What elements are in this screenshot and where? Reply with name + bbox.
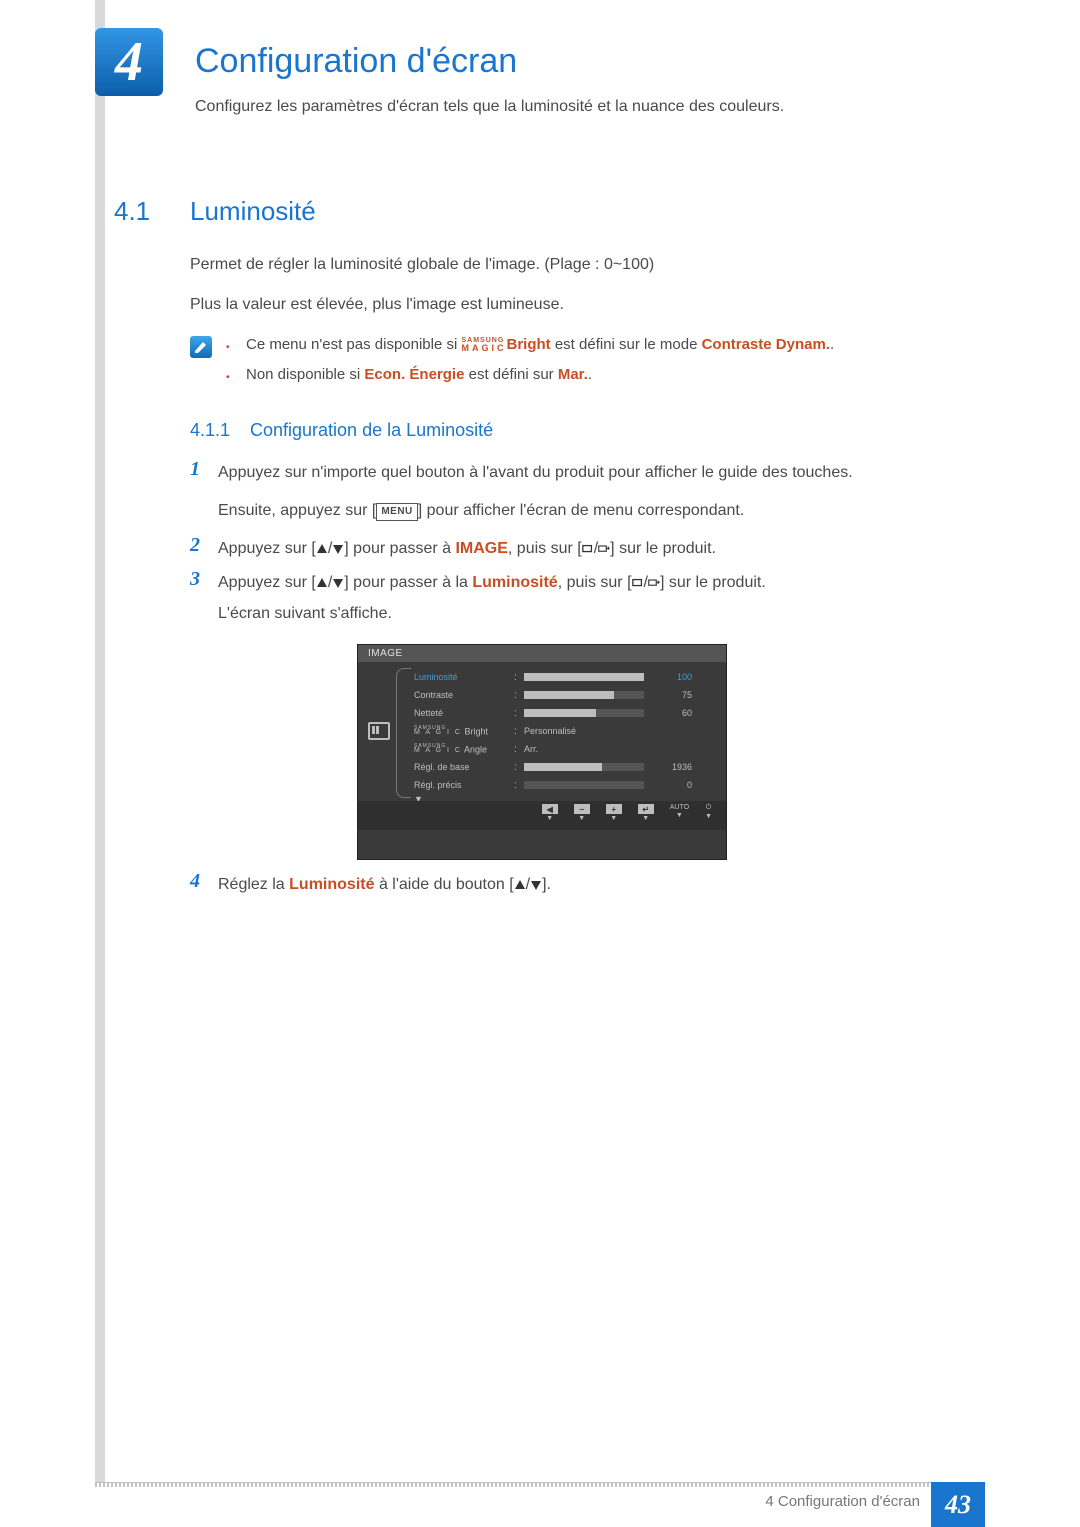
step-3-number: 3 (190, 568, 200, 591)
subsection-title: Configuration de la Luminosité (250, 420, 493, 441)
note-2: Non disponible si Econ. Énergie est défi… (246, 366, 592, 383)
osd-row-regl-base: Régl. de base : 1936 (414, 758, 714, 776)
osd-btn-power: ⏻▼ (705, 804, 712, 820)
note-1-pre: Ce menu n'est pas disponible si (246, 336, 462, 353)
side-accent-bar (95, 0, 105, 1482)
note-icon (190, 336, 212, 358)
note-1-highlight: Contraste Dynam. (702, 336, 830, 353)
osd-category-icon (368, 722, 390, 740)
source-enter-icon: / (582, 538, 610, 560)
footer-text: 4 Configuration d'écran (765, 1493, 920, 1510)
step-1-number: 1 (190, 458, 200, 481)
chapter-intro: Configurez les paramètres d'écran tels q… (195, 98, 784, 116)
osd-row-luminosite: Luminosité : 100 (414, 668, 714, 686)
bullet-icon: • (226, 372, 230, 383)
osd-btn-plus: +▼ (606, 804, 622, 822)
chapter-number: 4 (115, 30, 143, 94)
bullet-icon: • (226, 342, 230, 353)
footer-divider (95, 1482, 985, 1487)
section-number: 4.1 (114, 196, 150, 227)
subsection-number: 4.1.1 (190, 420, 230, 441)
samsung-magic-brand: SAMSUNG MAGIC (462, 337, 507, 353)
osd-screenshot: IMAGE Luminosité : 100 Contraste : 75 Ne… (357, 644, 727, 860)
section-para-2: Plus la valeur est élevée, plus l'image … (190, 294, 564, 316)
chapter-badge: 4 (95, 28, 163, 96)
page-number: 43 (945, 1490, 971, 1520)
menu-button-label: MENU (376, 503, 417, 521)
osd-brace (396, 668, 411, 798)
footer-page-badge: 43 (931, 1482, 985, 1527)
osd-btn-minus: −▼ (574, 804, 590, 822)
step-3-body: Appuyez sur [ / ] pour passer à la Lumin… (218, 572, 938, 625)
section-para-1: Permet de régler la luminosité globale d… (190, 254, 654, 276)
osd-btn-auto: AUTO▼ (670, 804, 689, 819)
source-enter-icon: / (632, 572, 660, 594)
step-2-number: 2 (190, 534, 200, 557)
osd-footer: ◀▼ −▼ +▼ ↵▼ AUTO▼ ⏻▼ (358, 801, 726, 830)
step-2-body: Appuyez sur [ / ] pour passer à IMAGE, p… (218, 538, 938, 561)
chapter-title: Configuration d'écran (195, 42, 517, 81)
note-1: Ce menu n'est pas disponible si SAMSUNG … (246, 336, 834, 353)
osd-row-regl-precis: Régl. précis : 0 (414, 776, 714, 794)
section-title: Luminosité (190, 196, 316, 227)
step-4-number: 4 (190, 870, 200, 893)
page: 4 Configuration d'écran Configurez les p… (0, 0, 1080, 1527)
osd-row-contraste: Contraste : 75 (414, 686, 714, 704)
note-1-bright: Bright (507, 336, 551, 353)
step-4-body: Réglez la Luminosité à l'aide du bouton … (218, 874, 938, 897)
step-1-body: Appuyez sur n'importe quel bouton à l'av… (218, 462, 938, 523)
osd-row-nettete: Netteté : 60 (414, 704, 714, 722)
osd-row-magic-bright: SAMSUNGM A G I C Bright : Personnalisé (414, 722, 714, 740)
osd-btn-back: ◀▼ (542, 804, 558, 822)
up-down-icon: / (514, 874, 542, 896)
osd-body: Luminosité : 100 Contraste : 75 Netteté … (358, 662, 726, 830)
up-down-icon: / (316, 538, 344, 560)
osd-btn-enter: ↵▼ (638, 804, 654, 822)
up-down-icon: / (316, 572, 344, 594)
osd-row-magic-angle: SAMSUNGM A G I C Angle : Arr. (414, 740, 714, 758)
osd-header: IMAGE (358, 645, 726, 662)
